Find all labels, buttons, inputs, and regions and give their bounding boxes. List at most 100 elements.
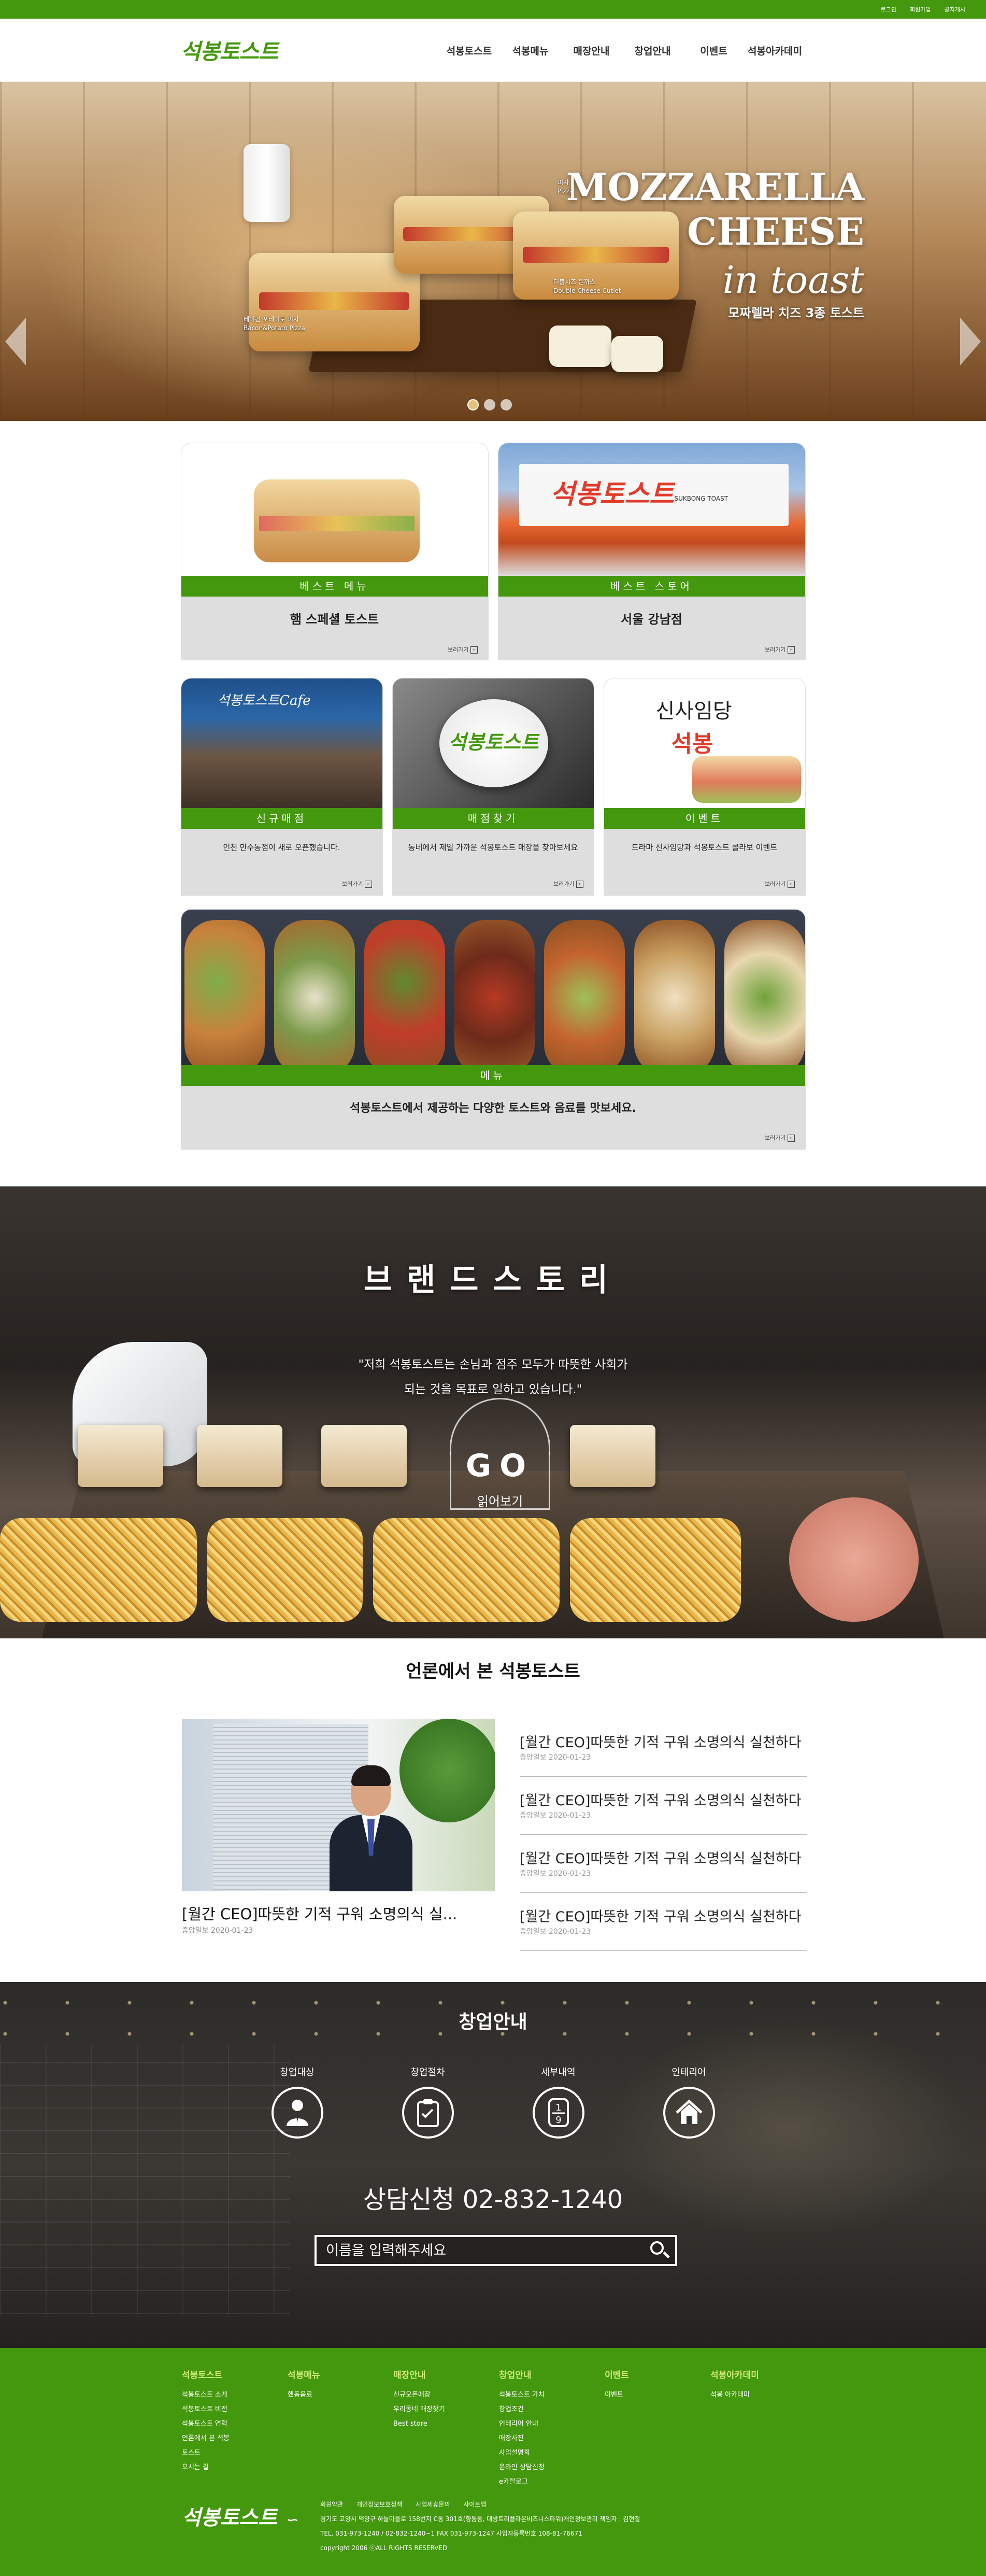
ham-image: [789, 1497, 919, 1622]
nav-event[interactable]: 이벤트: [683, 44, 745, 58]
nav-brand[interactable]: 석봉토스트: [439, 44, 500, 58]
policy-link[interactable]: 개인정보보호정책: [356, 2501, 402, 2508]
policy-link[interactable]: 회원약관: [320, 2501, 343, 2508]
arrow-right-icon: ›: [787, 881, 795, 888]
footer-logo: 석봉토스트 ∽: [182, 2506, 299, 2530]
footer-link[interactable]: 석봉토스트 소개: [182, 2388, 288, 2402]
footer-link[interactable]: 오시는 길: [182, 2460, 288, 2475]
hero-slider: 피자 Pizza 더블치즈 돈까스 Double Cheese Cutlet 베이컨…: [0, 82, 986, 421]
more-link[interactable]: 보러가기 ›: [765, 880, 795, 888]
policy-link[interactable]: 사업제휴문의: [416, 2501, 450, 2508]
footer-link[interactable]: 했동음료: [288, 2388, 393, 2402]
featured-press-date: 중앙일보 2020-01-23: [182, 1927, 253, 1935]
nav-startup[interactable]: 창업안내: [622, 44, 683, 58]
footer-link[interactable]: 석봉 아카데미: [710, 2388, 816, 2402]
login-link[interactable]: 로그인: [881, 5, 896, 13]
card-desc: 동네에서 제일 가까운 석봉토스트 매장을 찾아보세요: [408, 843, 578, 852]
card-find-store[interactable]: 석봉토스트 매점찾기 동네에서 제일 가까운 석봉토스트 매장을 찾아보세요 보…: [392, 678, 594, 896]
footer-link[interactable]: e카탈로그: [499, 2475, 605, 2489]
footer-link[interactable]: 인테리어 안내: [499, 2417, 605, 2431]
card-best-store[interactable]: 석봉토스트 SUKBONG TOAST 베스트 스토어 서울 강남점 보러가기 ›: [497, 443, 806, 660]
footer-link[interactable]: 이벤트: [605, 2388, 710, 2402]
startup-target-button[interactable]: 창업대상: [269, 2065, 326, 2139]
card-title: 서울 강남점: [621, 612, 682, 627]
card-menu[interactable]: 메뉴 석봉토스트에서 제공하는 다양한 토스트와 음료를 맛보세요. 보러가기 ›: [180, 909, 806, 1150]
more-link[interactable]: 보러가기 ›: [765, 1134, 795, 1142]
brand-story-section: 브랜드스토리 "저희 석봉토스트는 손님과 점주 모두가 따뜻한 사회가 되는 …: [0, 1186, 986, 1638]
svg-text:1: 1: [555, 2102, 561, 2113]
footer-col-startup: 창업안내 석봉토스트 가치 창업조건 인테리어 안내 매장사진 사업설명회 온라…: [499, 2368, 605, 2489]
policy-link[interactable]: 사이트맵: [463, 2501, 486, 2508]
slider-dot[interactable]: [467, 399, 479, 411]
featured-press-photo[interactable]: [182, 1719, 495, 1891]
more-link[interactable]: 보러가기 ›: [765, 645, 795, 654]
footer-link[interactable]: 토스트: [182, 2446, 288, 2460]
footer-link[interactable]: 석봉토스트 가치: [499, 2388, 605, 2402]
go-read-button[interactable]: GO 읽어보기: [434, 1398, 566, 1512]
footer-copyright: copyright 2006 ⓒALL RIGHTS RESERVED: [320, 2544, 448, 2552]
more-link[interactable]: 보러가기 ›: [553, 880, 583, 888]
egg-image: [0, 1518, 197, 1622]
bread-image: [78, 1425, 163, 1487]
footer-link[interactable]: Best store: [393, 2417, 499, 2431]
slider-next-arrow-icon[interactable]: [960, 318, 981, 365]
startup-interior-button[interactable]: 인테리어: [661, 2065, 718, 2139]
footer-link[interactable]: 우리동네 매장찾기: [393, 2402, 499, 2417]
card-new-store[interactable]: 석봉토스트Cafe 신규매점 인천 만수동점이 새로 오픈했습니다. 보러가기 ›: [180, 678, 383, 896]
card-best-menu[interactable]: 베스트 메뉴 햄 스페셜 토스트 보러가기 ›: [180, 443, 489, 660]
card-band: 매점찾기: [392, 808, 594, 829]
nav-stores[interactable]: 매장안내: [561, 44, 622, 58]
footer-link[interactable]: 언론에서 본 석봉: [182, 2431, 288, 2446]
nav-menu[interactable]: 석봉메뉴: [500, 44, 561, 58]
more-link[interactable]: 보러가기 ›: [342, 880, 372, 888]
footer-link[interactable]: 창업조건: [499, 2402, 605, 2417]
card-event[interactable]: 신사임당 석봉 이벤트 드라마 신사임당과 석봉토스트 콜라보 이벤트 보러가기…: [603, 678, 806, 896]
slider-dot[interactable]: [484, 399, 495, 411]
footer-link[interactable]: 석봉토스트 비전: [182, 2402, 288, 2417]
signup-link[interactable]: 회원가입: [910, 5, 931, 13]
more-link[interactable]: 보러가기 ›: [448, 645, 478, 654]
list-item[interactable]: [월간 CEO]따뜻한 기적 구워 소명의식 실천하다 중앙일보 2020-01-…: [520, 1777, 807, 1835]
featured-press-title[interactable]: [월간 CEO]따뜻한 기적 구워 소명의식 실...: [182, 1902, 457, 1924]
footer-link[interactable]: 매장사진: [499, 2431, 605, 2446]
jar-image: [244, 144, 290, 222]
top-utility-bar: 로그인 회원가입 공지게시: [0, 0, 986, 19]
footer-link[interactable]: 신규오픈매장: [393, 2388, 499, 2402]
consult-phone[interactable]: 상담신청 02-832-1240: [0, 2179, 986, 2215]
footer-link[interactable]: 사업설명회: [499, 2446, 605, 2460]
chef-hat-icon: [450, 1398, 550, 1455]
site-logo[interactable]: 석봉토스트: [181, 34, 279, 66]
hero-script: in toast: [722, 258, 864, 302]
list-item[interactable]: [월간 CEO]따뜻한 기적 구워 소명의식 실천하다 중앙일보 2020-01-…: [520, 1835, 807, 1893]
search-icon[interactable]: [649, 2240, 670, 2261]
footer-link[interactable]: 석봉토스트 연혁: [182, 2417, 288, 2431]
card-title: 석봉토스트에서 제공하는 다양한 토스트와 음료를 맛보세요.: [350, 1102, 636, 1115]
event-image: 신사임당 석봉: [604, 678, 805, 808]
egg-image: [570, 1518, 741, 1622]
footer-col-stores: 매장안내 신규오픈매장 우리동네 매장찾기 Best store: [393, 2368, 499, 2489]
startup-details-button[interactable]: 세부내역 19: [530, 2065, 587, 2139]
signature-icon: ∽: [287, 2511, 299, 2528]
sandwich-image: [181, 443, 488, 576]
slider-dots: [467, 399, 512, 411]
startup-icons: 창업대상 창업절차 세부내역 19 인테리어: [0, 2065, 986, 2139]
footer-contact: TEL. 031-973-1240 / 02-832-1240~1 FAX 03…: [320, 2530, 582, 2537]
startup-procedure-button[interactable]: 창업절차: [399, 2065, 456, 2139]
nav-academy[interactable]: 석봉아카데미: [745, 44, 806, 58]
store-image: 석봉토스트 SUKBONG TOAST: [498, 443, 805, 576]
slider-dot[interactable]: [501, 399, 512, 411]
main-nav: 석봉토스트 석봉메뉴 매장안내 창업안내 이벤트 석봉아카데미: [439, 19, 806, 82]
label-bacon-pizza: 베이컨 포테이토 피자 Bacon&Potato Pizza: [244, 316, 305, 332]
card-desc: 드라마 신사임당과 석봉토스트 콜라보 이벤트: [631, 843, 778, 852]
notice-link[interactable]: 공지게시: [945, 5, 965, 13]
consult-name-form: [315, 2235, 677, 2266]
slider-prev-arrow-icon[interactable]: [5, 318, 26, 365]
list-item[interactable]: [월간 CEO]따뜻한 기적 구워 소명의식 실천하다 중앙일보 2020-01-…: [520, 1719, 807, 1777]
bread-image: [570, 1425, 655, 1487]
arrow-right-icon: ›: [787, 1135, 795, 1142]
arrow-right-icon: ›: [576, 881, 583, 888]
name-input[interactable]: [317, 2237, 638, 2264]
footer-link[interactable]: 온라인 상담신청: [499, 2460, 605, 2475]
list-item[interactable]: [월간 CEO]따뜻한 기적 구워 소명의식 실천하다 중앙일보 2020-01-…: [520, 1893, 807, 1951]
store-sign-image: 석봉토스트: [392, 678, 594, 808]
